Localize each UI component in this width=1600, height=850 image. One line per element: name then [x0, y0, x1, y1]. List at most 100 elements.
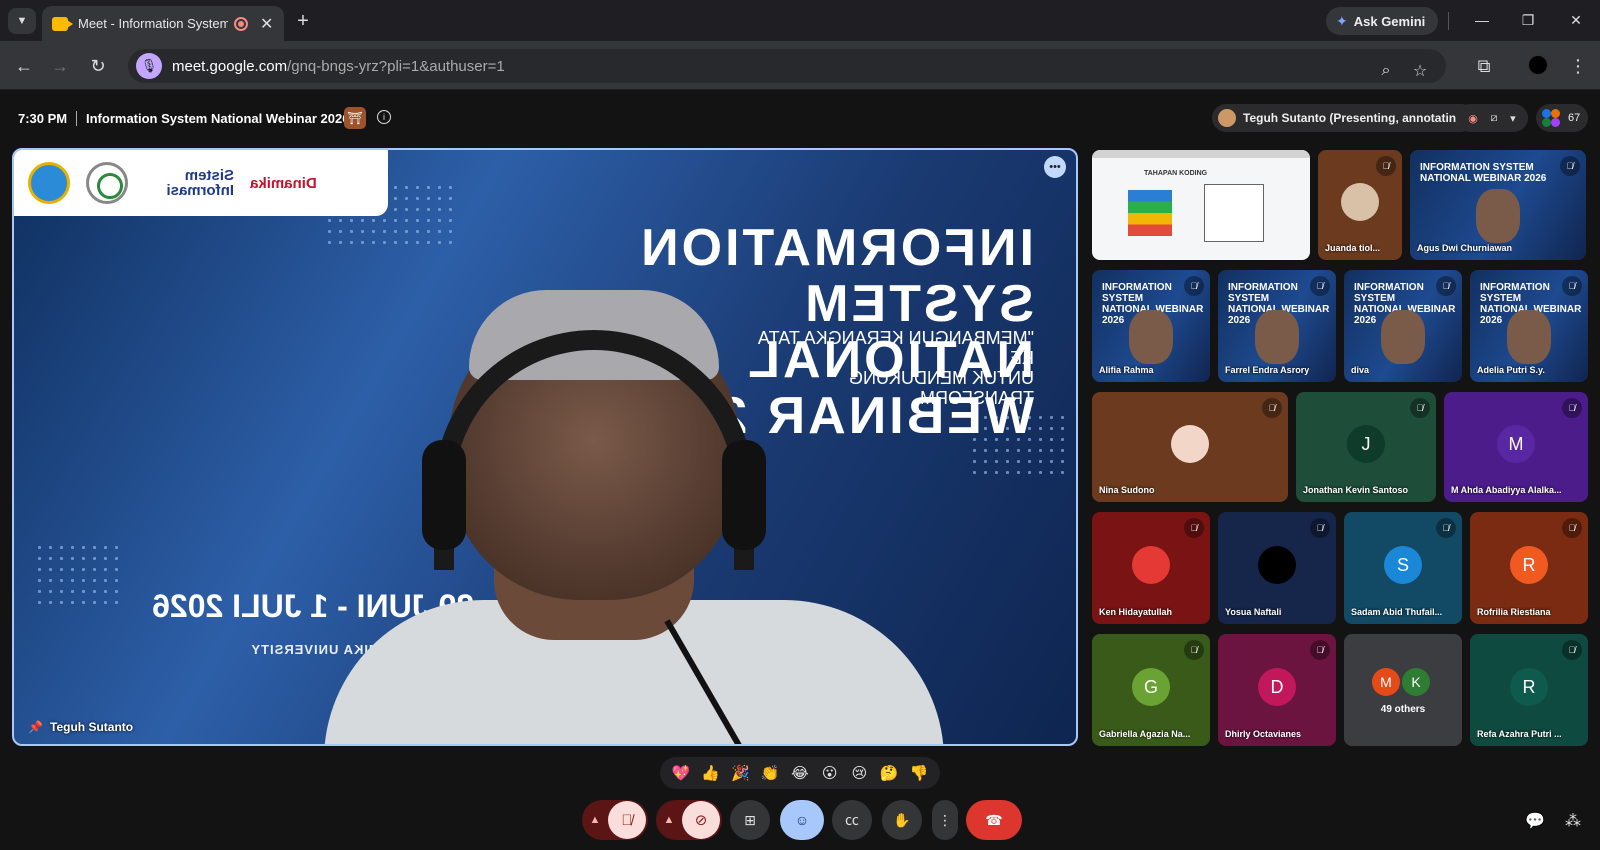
participant-tile[interactable]: S 🎙̸ Sadam Abid Thufail...: [1344, 512, 1462, 624]
participant-name: Jonathan Kevin Santoso: [1303, 485, 1409, 495]
header-divider: [76, 111, 77, 126]
meeting-info-icon[interactable]: i: [377, 110, 391, 124]
address-bar[interactable]: 🎙 meet.google.com/gnq-bngs-yrz?pli=1&aut…: [128, 49, 1446, 83]
recording-indicator-icon: [234, 16, 248, 31]
participant-video: [1476, 189, 1520, 243]
participant-tile[interactable]: R 🎙̸ Refa Azahra Putri ...: [1470, 634, 1588, 746]
participant-tile[interactable]: G 🎙̸ Gabriella Agazia Na...: [1092, 634, 1210, 746]
muted-icon: 🎙̸: [1562, 518, 1582, 538]
participant-tile[interactable]: INFORMATION SYSTEM NATIONAL WEBINAR 2026 🎙…: [1344, 270, 1462, 382]
tab-search-dropdown-button[interactable]: ▼: [8, 8, 36, 34]
muted-icon: 🎙̸: [1310, 276, 1330, 296]
reaction-sad[interactable]: 😢: [847, 764, 871, 782]
participant-tile[interactable]: R 🎙̸ Rofrilia Riestiana: [1470, 512, 1588, 624]
reaction-surprised[interactable]: 😮: [818, 764, 842, 782]
participant-tile[interactable]: INFORMATION SYSTEM NATIONAL WEBINAR 2026 🎙…: [1470, 270, 1588, 382]
extensions-puzzle-icon[interactable]: ⧉: [1470, 52, 1498, 80]
bookmark-star-icon[interactable]: ☆: [1406, 57, 1434, 85]
pin-icon[interactable]: 📌: [28, 720, 43, 734]
participant-avatar: R: [1510, 668, 1548, 706]
participant-name: Sadam Abid Thufail...: [1351, 607, 1443, 617]
participant-avatar: [1132, 546, 1170, 584]
raise-hand-icon[interactable]: ✋: [882, 800, 922, 840]
reaction-heart[interactable]: 💖: [669, 764, 693, 782]
tab-close-icon[interactable]: ✕: [260, 14, 273, 34]
muted-icon: 🎙̸: [1562, 398, 1582, 418]
mic-control-group: ▲ 🎙̸: [582, 800, 648, 840]
gemini-sparkle-icon: ✦: [1336, 12, 1348, 29]
reaction-clap[interactable]: 👏: [758, 764, 782, 782]
main-speaker-tile[interactable]: Sistem Informasi Dinamika INFORMATION SY…: [12, 148, 1078, 746]
muted-icon: 🎙̸: [1562, 276, 1582, 296]
muted-icon: 🎙̸: [1560, 156, 1580, 176]
participant-video: [1381, 310, 1425, 364]
chat-icon[interactable]: 💬: [1522, 808, 1548, 834]
participant-name: Alifia Rahma: [1099, 365, 1154, 375]
meet-header: 7:30 PM Information System National Webi…: [0, 91, 1600, 147]
participant-name: Gabriella Agazia Na...: [1099, 729, 1191, 739]
others-count: 49 others: [1380, 704, 1426, 715]
muted-icon: 🎙̸: [1310, 640, 1330, 660]
tile-more-options-icon[interactable]: •••: [1044, 156, 1066, 178]
browser-menu-icon[interactable]: ⋮: [1564, 52, 1592, 80]
reload-button[interactable]: ↻: [84, 52, 112, 80]
mic-off-icon[interactable]: 🎙̸: [608, 801, 646, 839]
participant-tile[interactable]: INFORMATION SYSTEM NATIONAL WEBINAR 2026 🎙…: [1218, 270, 1336, 382]
participant-tile[interactable]: INFORMATION SYSTEM NATIONAL WEBINAR 2026 🎙…: [1092, 270, 1210, 382]
participant-avatar: M: [1497, 425, 1535, 463]
screen-share-thumbnail[interactable]: TAHAPAN KODING: [1092, 150, 1310, 260]
url-text: meet.google.com/gnq-bngs-yrz?pli=1&authu…: [172, 57, 505, 75]
site-mic-permission-icon[interactable]: 🎙: [136, 53, 162, 79]
more-options-icon[interactable]: ⋮: [932, 800, 958, 840]
tab-title: Meet - Information System: [78, 16, 228, 31]
mic-options-chevron-icon[interactable]: ▲: [582, 800, 608, 840]
participant-tile[interactable]: D 🎙̸ Dhirly Octavianes: [1218, 634, 1336, 746]
muted-icon: 🎙̸: [1436, 276, 1456, 296]
participant-tile[interactable]: J 🎙̸ Jonathan Kevin Santoso: [1296, 392, 1436, 502]
zoom-icon[interactable]: ⌕: [1372, 57, 1400, 85]
browser-toolbar: ← → ↻ 🎙 meet.google.com/gnq-bngs-yrz?pli…: [0, 41, 1600, 90]
reactions-bar: 💖 👍 🎉 👏 😂 😮 😢 🤔 👎: [660, 757, 940, 789]
others-avatar: M: [1372, 668, 1400, 696]
participant-avatar: [1171, 425, 1209, 463]
emoji-icon[interactable]: ☺: [780, 800, 824, 840]
participant-tile[interactable]: 🎙̸ Nina Sudono: [1092, 392, 1288, 502]
host-controls-icon[interactable]: ⛩: [344, 107, 366, 129]
participant-tile[interactable]: 🎙̸ Yosua Naftali: [1218, 512, 1336, 624]
profile-avatar[interactable]: [1528, 55, 1548, 75]
activities-icon[interactable]: ⁂: [1560, 808, 1586, 834]
captions-icon[interactable]: ㏄: [832, 800, 872, 840]
participant-tile[interactable]: M 🎙̸ M Ahda Abadiyya Alalka...: [1444, 392, 1588, 502]
reaction-thinking[interactable]: 🤔: [877, 764, 901, 782]
recording-controls[interactable]: ◉ ⧄ ▾: [1456, 104, 1528, 132]
present-screen-icon[interactable]: ⊞: [730, 800, 770, 840]
participant-name: Nina Sudono: [1099, 485, 1155, 495]
participant-name: Dhirly Octavianes: [1225, 729, 1302, 739]
presenter-chip[interactable]: Teguh Sutanto (Presenting, annotating): [1212, 104, 1476, 132]
others-tile[interactable]: M K 49 others: [1344, 634, 1462, 746]
restore-window-button[interactable]: ❐: [1508, 6, 1548, 34]
participants-button[interactable]: 67: [1536, 104, 1588, 132]
participant-tile[interactable]: 🎙̸ Juanda tiol...: [1318, 150, 1402, 260]
muted-icon: 🎙̸: [1310, 518, 1330, 538]
camera-options-chevron-icon[interactable]: ▲: [656, 800, 682, 840]
participants-mini-avatars: [1542, 109, 1560, 127]
reaction-thumbs-up[interactable]: 👍: [699, 764, 723, 782]
reaction-party[interactable]: 🎉: [728, 764, 752, 782]
call-controls: ▲ 🎙̸ ▲ ⊘ ⊞ ☺ ㏄ ✋ ⋮ ☎ 💬 ⁂: [0, 800, 1600, 844]
reaction-thumbs-down[interactable]: 👎: [907, 764, 931, 782]
minimize-window-button[interactable]: —: [1462, 6, 1502, 34]
new-tab-button[interactable]: +: [290, 8, 316, 34]
participant-tile[interactable]: INFORMATION SYSTEM NATIONAL WEBINAR 2026 🎙…: [1410, 150, 1586, 260]
participant-name: Yosua Naftali: [1225, 607, 1282, 617]
ask-gemini-button[interactable]: ✦ Ask Gemini: [1326, 7, 1438, 35]
leave-call-icon[interactable]: ☎: [966, 800, 1022, 840]
back-button[interactable]: ←: [10, 52, 38, 80]
muted-icon: 🎙̸: [1410, 398, 1430, 418]
forward-button[interactable]: →: [46, 52, 74, 80]
camera-off-icon[interactable]: ⊘: [682, 801, 720, 839]
close-window-button[interactable]: ✕: [1556, 6, 1596, 34]
browser-tab-meet[interactable]: Meet - Information System ✕: [42, 6, 284, 41]
participant-tile[interactable]: 🎙̸ Ken Hidayatullah: [1092, 512, 1210, 624]
reaction-laugh[interactable]: 😂: [788, 764, 812, 782]
